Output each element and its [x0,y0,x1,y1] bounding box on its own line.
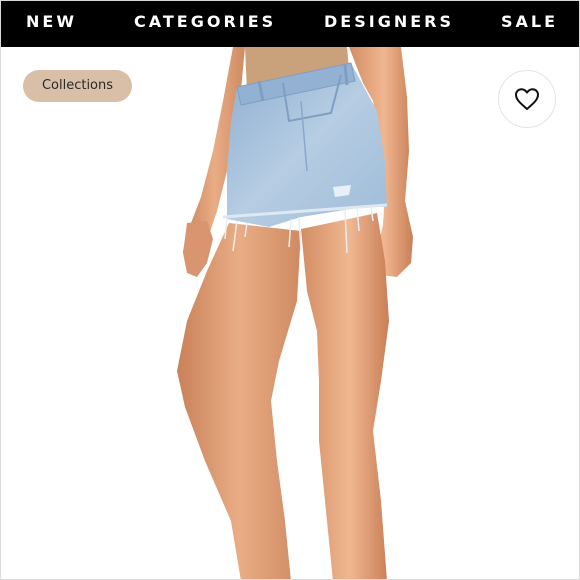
heart-outline-icon [515,88,539,110]
favorite-button[interactable] [498,70,556,128]
nav-designers[interactable]: DESIGNERS [324,11,454,33]
left-leg [177,223,301,579]
nav-categories[interactable]: CATEGORIES [134,11,276,33]
nav-new[interactable]: NEW [26,11,77,33]
nav-sale[interactable]: SALE [501,11,558,33]
product-listing-frame: NEW CATEGORIES DESIGNERS SALE Collection… [0,0,580,580]
main-navigation: NEW CATEGORIES DESIGNERS SALE [1,1,579,47]
collections-chip[interactable]: Collections [23,70,132,102]
right-leg [301,213,389,579]
